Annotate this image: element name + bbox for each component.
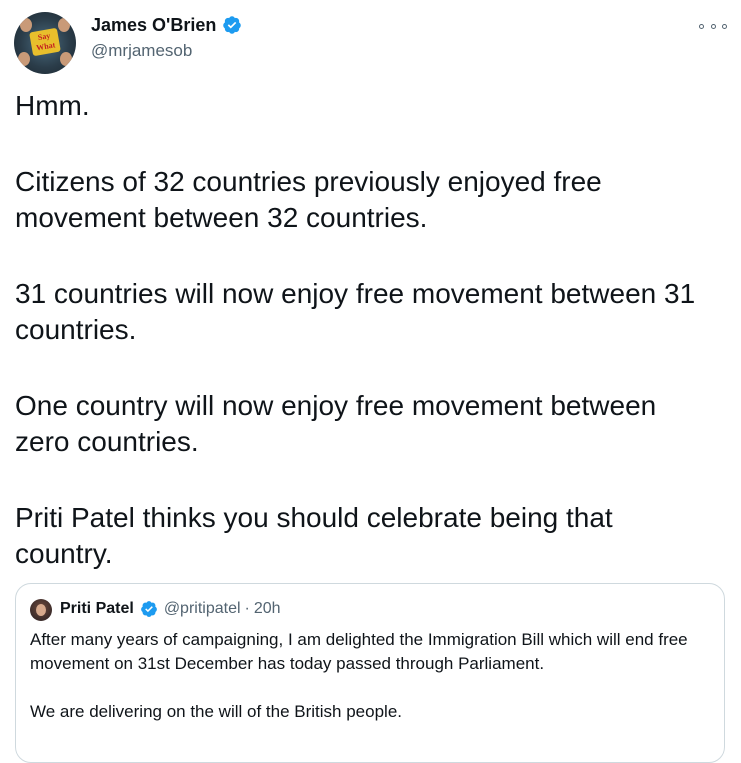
quoted-author-handle: @pritipatel (163, 600, 241, 617)
avatar-face (60, 52, 72, 66)
quoted-author-name: Priti Patel (60, 600, 134, 617)
tweet-paragraph: 31 countries will now enjoy free movemen… (15, 278, 696, 345)
author-handle[interactable]: @mrjamesob (91, 40, 192, 62)
quoted-tweet[interactable]: Priti Patel @pritipatel · 20h After many… (15, 583, 725, 763)
quoted-tweet-header: Priti Patel @pritipatel · 20h (60, 598, 281, 620)
quoted-timestamp: 20h (253, 600, 281, 617)
quoted-paragraph: After many years of campaigning, I am de… (30, 630, 688, 673)
tweet-paragraph: One country will now enjoy free movement… (15, 390, 657, 457)
avatar-face (20, 18, 32, 32)
avatar-logo: Say What (29, 27, 61, 57)
more-dot (710, 23, 716, 29)
quoted-tweet-text: After many years of campaigning, I am de… (30, 628, 710, 748)
more-dot (699, 23, 704, 29)
avatar-face (58, 18, 70, 32)
quoted-author-avatar (30, 599, 52, 621)
author-name-text: James O'Brien (91, 15, 217, 35)
tweet-text: Hmm. Citizens of 32 countries previously… (15, 88, 735, 572)
more-dot (722, 23, 727, 29)
tweet-paragraph: Priti Patel thinks you should celebrate … (15, 502, 613, 569)
more-options-icon[interactable] (699, 18, 727, 34)
quoted-paragraph: We are delivering on the will of the Bri… (30, 702, 402, 721)
tweet-paragraph: Citizens of 32 countries previously enjo… (15, 166, 602, 233)
quoted-separator: · (244, 600, 250, 617)
tweet-paragraph: Hmm. (15, 90, 90, 121)
verified-badge-icon (223, 16, 242, 34)
avatar-face (18, 52, 30, 66)
author-name[interactable]: James O'Brien (91, 14, 242, 36)
verified-badge-icon (140, 601, 157, 617)
author-avatar[interactable]: Say What (14, 12, 76, 74)
